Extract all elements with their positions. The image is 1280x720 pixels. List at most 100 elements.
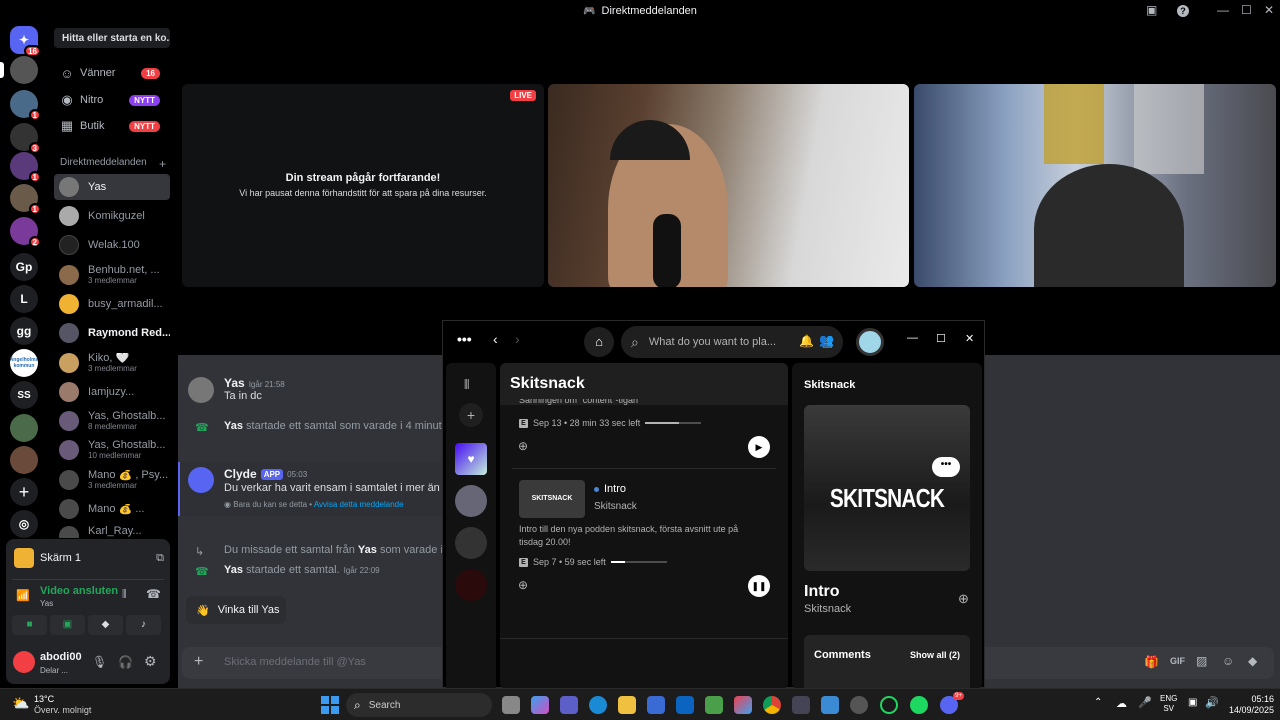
volume-icon[interactable]: 🔊 xyxy=(1205,696,1219,709)
noise-suppression-icon[interactable]: ⫼ xyxy=(122,589,127,600)
wave-button[interactable]: 👋 Vinka till Yas xyxy=(186,596,286,624)
voice-status-text[interactable]: Video ansluten xyxy=(40,585,118,597)
library-item[interactable] xyxy=(455,527,487,559)
friends-activity-icon[interactable]: 👥 xyxy=(819,333,834,347)
photos-icon[interactable] xyxy=(821,696,839,714)
create-playlist-button[interactable]: + xyxy=(459,403,483,427)
library-item[interactable] xyxy=(455,569,487,601)
add-episode-icon[interactable]: ⊕ xyxy=(518,439,528,453)
task-view-icon[interactable] xyxy=(502,696,520,714)
discover-button[interactable]: ◎ xyxy=(10,510,38,538)
app-icon[interactable] xyxy=(734,696,752,714)
guild-2[interactable]: 1 xyxy=(10,90,41,121)
home-button[interactable]: ✦ 16 xyxy=(10,26,41,57)
now-playing-show[interactable]: Skitsnack xyxy=(804,379,855,391)
library-item[interactable] xyxy=(455,485,487,517)
teams-icon[interactable] xyxy=(560,696,578,714)
vpn-icon[interactable] xyxy=(705,696,723,714)
network-icon[interactable]: ▣ xyxy=(1188,697,1197,708)
disconnect-icon[interactable]: ☎ xyxy=(146,587,161,601)
taskbar-search[interactable]: ⌕ Search xyxy=(346,693,492,717)
now-playing-title[interactable]: Intro xyxy=(804,583,840,601)
add-dm-icon[interactable]: + xyxy=(159,157,166,171)
dm-item[interactable]: Mano 💰 ... xyxy=(54,496,170,522)
dm-item[interactable]: Yas, Ghostalb... 10 medlemmar xyxy=(54,437,170,463)
play-button[interactable]: ▶ xyxy=(748,436,770,458)
back-icon[interactable]: ‹ xyxy=(493,331,498,347)
menu-icon[interactable]: ••• xyxy=(457,331,472,347)
guild-7[interactable] xyxy=(10,414,38,442)
forward-icon[interactable]: › xyxy=(515,331,520,347)
camera-button[interactable]: ■ xyxy=(12,615,47,635)
app-icon[interactable] xyxy=(792,696,810,714)
discord-icon[interactable]: 9+ xyxy=(940,692,964,714)
gif-icon[interactable]: GIF xyxy=(1170,656,1185,666)
spotify-close-button[interactable]: ✕ xyxy=(965,332,974,345)
add-episode-icon[interactable]: ⊕ xyxy=(518,578,528,592)
explorer-icon[interactable] xyxy=(618,696,636,714)
apps-icon[interactable]: ◆ xyxy=(1248,654,1257,668)
guild-4[interactable]: 1 xyxy=(10,152,41,183)
spotify-maximize-button[interactable]: ☐ xyxy=(936,332,946,345)
episode-show[interactable]: Skitsnack xyxy=(594,501,637,512)
video-tile-webcam-2[interactable] xyxy=(914,84,1276,287)
guild-gp[interactable]: Gp xyxy=(10,253,38,281)
guild-kommun[interactable]: Ängelholms kommun xyxy=(10,349,38,377)
copilot-icon[interactable] xyxy=(531,696,549,714)
store-icon[interactable] xyxy=(647,696,665,714)
screen-share-button[interactable]: ▣ xyxy=(50,615,85,635)
clock[interactable]: 05:16 14/09/2025 xyxy=(1224,694,1274,716)
weather-icon[interactable]: ⛅ xyxy=(12,695,29,712)
language-indicator[interactable]: ENG SV xyxy=(1160,694,1177,714)
dm-item[interactable]: Welak.100 xyxy=(54,232,170,258)
dm-item[interactable]: Yas xyxy=(54,174,170,200)
minimize-button[interactable]: — xyxy=(1217,3,1229,17)
dm-item[interactable]: Komikguzel xyxy=(54,203,170,229)
soundboard-button[interactable]: ♪ xyxy=(126,615,161,635)
activity-button[interactable]: ◆ xyxy=(88,615,123,635)
add-server-button[interactable]: + xyxy=(10,478,38,506)
settings-icon[interactable]: ⚙ xyxy=(144,653,157,670)
library-item-liked[interactable]: ♥ xyxy=(455,443,487,475)
bot-avatar[interactable] xyxy=(188,467,214,493)
guild-6[interactable]: 2 xyxy=(10,217,41,248)
dm-item[interactable]: Mano 💰 , Psy... 3 medlemmar xyxy=(54,467,170,493)
attach-icon[interactable]: + xyxy=(194,653,203,671)
dm-item[interactable]: Kiko, 🤍 3 medlemmar xyxy=(54,350,170,376)
guild-5[interactable]: 1 xyxy=(10,184,41,215)
dm-item[interactable]: Benhub.net, ... 3 medlemmar xyxy=(54,262,170,288)
now-playing-cover[interactable]: ••• SKITSNACK xyxy=(804,405,970,571)
edge-icon[interactable] xyxy=(589,696,607,714)
dm-item[interactable]: Raymond Red... xyxy=(54,320,170,346)
add-to-library-icon[interactable]: ⊕ xyxy=(958,591,969,607)
mic-tray-icon[interactable]: 🎤 xyxy=(1138,696,1152,709)
nav-shop[interactable]: ▦ Butik NYTT xyxy=(54,114,170,138)
nav-friends[interactable]: ☺ Vänner 16 xyxy=(54,61,170,85)
chrome-icon[interactable] xyxy=(763,696,781,714)
home-button[interactable]: ⌂ xyxy=(584,327,614,357)
guild-1[interactable] xyxy=(0,56,38,84)
weather-desc[interactable]: Överv. molnigt xyxy=(34,705,91,715)
profile-avatar[interactable] xyxy=(856,328,884,356)
episode-cover[interactable]: SKITSNACK xyxy=(519,480,585,518)
user-avatar[interactable] xyxy=(13,651,35,673)
app-icon[interactable] xyxy=(850,696,868,714)
popout-icon[interactable]: ⧉ xyxy=(156,552,164,565)
app-icon[interactable] xyxy=(880,696,898,714)
inbox-icon[interactable]: ▣ xyxy=(1146,3,1157,17)
weather-temp[interactable]: 13°C xyxy=(34,694,54,704)
stream-paused-tile[interactable]: LIVE Din stream pågår fortfarande! Vi ha… xyxy=(182,84,544,287)
outlook-icon[interactable] xyxy=(676,696,694,714)
guild-ss[interactable]: SS xyxy=(10,381,38,409)
close-button[interactable]: ✕ xyxy=(1264,3,1274,17)
episode-title[interactable]: Intro xyxy=(604,483,626,495)
start-button[interactable] xyxy=(321,696,339,714)
now-playing-sub[interactable]: Skitsnack xyxy=(804,603,851,615)
message-author[interactable]: Yas xyxy=(224,376,245,390)
onedrive-icon[interactable]: ☁ xyxy=(1116,697,1127,710)
maximize-button[interactable]: ☐ xyxy=(1241,3,1252,17)
gift-icon[interactable]: 🎁 xyxy=(1144,655,1159,669)
sticker-icon[interactable]: ▨ xyxy=(1196,654,1207,668)
help-icon[interactable]: ? xyxy=(1177,5,1189,17)
library-icon[interactable]: ⫴ xyxy=(464,377,469,393)
